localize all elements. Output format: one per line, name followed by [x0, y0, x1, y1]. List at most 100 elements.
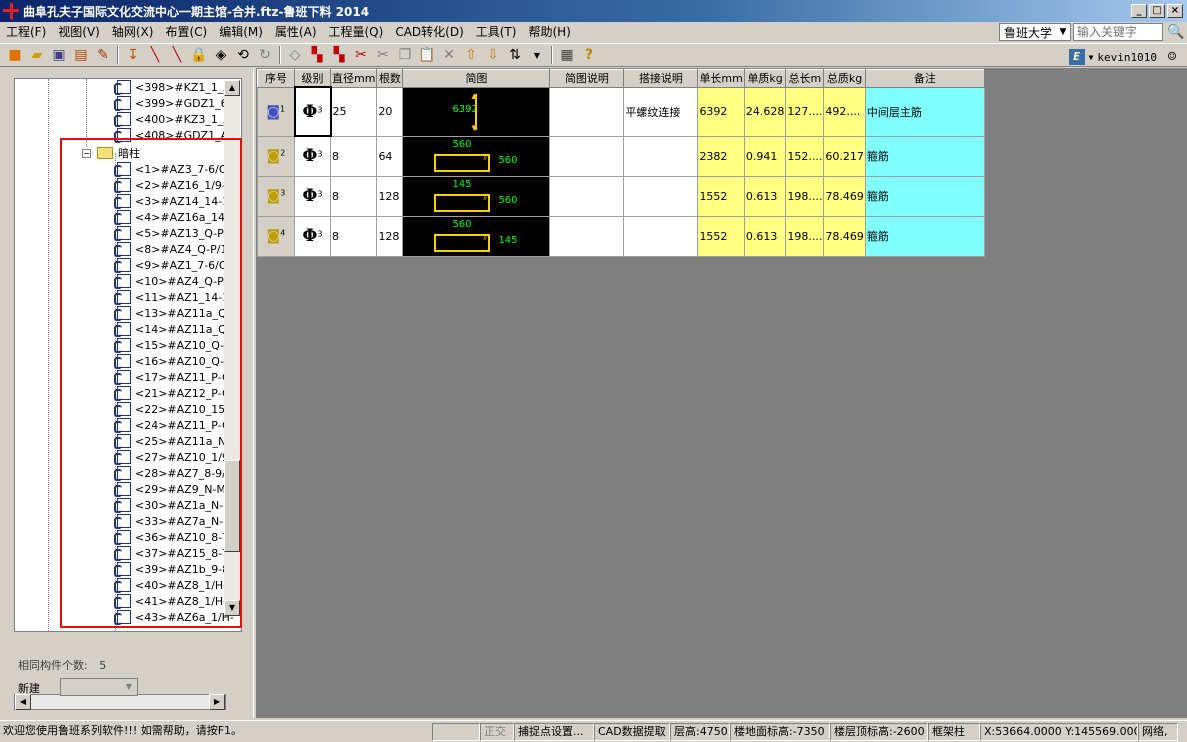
sketch-desc-cell[interactable] [549, 86, 625, 137]
diameter-cell[interactable]: 8 [329, 215, 378, 257]
total-mass-cell[interactable]: 492.... [823, 86, 866, 137]
tree-item[interactable]: <400>#KZ3_1_A/ [114, 111, 235, 127]
open-folder-icon[interactable]: ▰ [26, 44, 48, 66]
table-row[interactable]: ◙2 Φ3 8 64 560 ⫽ 560 2382 0.941 152.... 60.217 箍筋 [257, 135, 985, 177]
menu-layout[interactable]: 布置(C) [159, 22, 213, 42]
edit-icon[interactable]: ✎ [92, 44, 114, 66]
col-count-header[interactable]: 根数 [376, 69, 404, 88]
tree-item[interactable]: <399>#GDZ1_6-5 [114, 95, 239, 111]
total-mass-cell[interactable]: 78.469 [823, 215, 866, 257]
scissors-cross-icon[interactable]: ✂ [350, 44, 372, 66]
move-down-icon[interactable]: ⇩ [482, 44, 504, 66]
cut-icon[interactable]: ✂ [372, 44, 394, 66]
status-grid-toggle[interactable]: 网络, [1138, 722, 1178, 741]
tag-icon[interactable]: ◈ [210, 44, 232, 66]
search-input[interactable] [1073, 23, 1163, 41]
layer-icon[interactable]: ▚ [306, 44, 328, 66]
scroll-left-button[interactable]: ◀ [15, 694, 31, 710]
col-unit-mass-header[interactable]: 单质kg [743, 69, 787, 88]
layer-copy-icon[interactable]: ▚ [328, 44, 350, 66]
menu-tools[interactable]: 工具(T) [470, 22, 523, 42]
menu-cad[interactable]: CAD转化(D) [389, 22, 469, 42]
move-up-icon[interactable]: ⇧ [460, 44, 482, 66]
count-cell[interactable]: 20 [376, 86, 404, 137]
close-button[interactable]: × [1167, 4, 1183, 18]
note-cell[interactable]: 箍筋 [864, 175, 985, 217]
lock-icon[interactable]: 🔒 [188, 44, 210, 66]
unit-mass-cell[interactable]: 0.613 [743, 215, 787, 257]
scroll-up-button[interactable]: ▲ [224, 80, 240, 96]
row-header[interactable]: ◙1 [257, 86, 295, 137]
note-cell[interactable]: 中间层主筋 [864, 86, 985, 137]
calculator-icon[interactable]: ▦ [556, 44, 578, 66]
ruler-icon[interactable]: ↧ [122, 44, 144, 66]
refresh-icon[interactable]: ↻ [254, 44, 276, 66]
unit-length-cell[interactable]: 2382 [697, 135, 745, 177]
menu-project[interactable]: 工程(F) [0, 22, 52, 42]
unit-mass-cell[interactable]: 24.628 [743, 86, 787, 137]
search-icon[interactable]: 🔍 [1165, 21, 1187, 43]
sort-icon[interactable]: ⇅ [504, 44, 526, 66]
grade-cell[interactable]: Φ3 [294, 175, 331, 217]
count-cell[interactable]: 64 [376, 135, 404, 177]
menu-view[interactable]: 视图(V) [52, 22, 106, 42]
total-length-cell[interactable]: 152.... [785, 135, 825, 177]
col-note-header[interactable]: 备注 [864, 69, 985, 88]
sketch-cell[interactable]: 6392 ▲ ▼ [402, 86, 551, 137]
sketch-cell[interactable]: 560 ⫽ 145 [402, 215, 551, 257]
menu-attribute[interactable]: 属性(A) [269, 22, 323, 42]
grade-cell[interactable]: Φ3 [294, 135, 331, 177]
col-unit-length-header[interactable]: 单长mm [697, 69, 745, 88]
delete-icon[interactable]: ✕ [438, 44, 460, 66]
tree-horizontal-scrollbar[interactable]: ◀ ▶ [14, 694, 226, 710]
eraser-icon[interactable]: ◇ [284, 44, 306, 66]
diameter-cell[interactable]: 25 [329, 86, 378, 137]
save-icon[interactable]: ▣ [48, 44, 70, 66]
count-cell[interactable]: 128 [376, 215, 404, 257]
lap-cell[interactable] [623, 135, 699, 177]
col-no-header[interactable]: 序号 [257, 69, 295, 88]
menu-help[interactable]: 帮助(H) [522, 22, 576, 42]
row-header[interactable]: ◙3 [257, 175, 295, 217]
menu-axis[interactable]: 轴网(X) [106, 22, 160, 42]
snap-settings-button[interactable]: 捕捉点设置... [514, 722, 594, 741]
sketch-desc-cell[interactable] [549, 175, 625, 217]
table-row[interactable]: ◙3 Φ3 8 128 145 ⫽ 560 1552 0.613 198.... 78.469 箍筋 [257, 175, 985, 217]
table-row[interactable]: ◙4 Φ3 8 128 560 ⫽ 145 1552 0.613 198.... 78.469 箍筋 [257, 215, 985, 257]
tree-item[interactable]: <398>#KZ1_1_A/ [114, 79, 235, 95]
sort-dropdown-icon[interactable]: ▼ [526, 44, 548, 66]
row-header[interactable]: ◙4 [257, 215, 295, 257]
diagonal-icon[interactable]: ╲ [166, 44, 188, 66]
total-mass-cell[interactable]: 78.469 [823, 175, 866, 217]
row-header[interactable]: ◙2 [257, 135, 295, 177]
maximize-button[interactable]: □ [1149, 4, 1165, 18]
col-lap-header[interactable]: 搭接说明 [623, 69, 699, 88]
unit-length-cell[interactable]: 1552 [697, 175, 745, 217]
paste-icon[interactable]: 📋 [416, 44, 438, 66]
new-component-select[interactable]: ▼ [60, 678, 138, 696]
lap-cell[interactable] [623, 215, 699, 257]
count-cell[interactable]: 128 [376, 175, 404, 217]
transform-icon[interactable]: ⟲ [232, 44, 254, 66]
grade-cell[interactable]: Φ3 [294, 215, 331, 257]
diameter-cell[interactable]: 8 [329, 135, 378, 177]
total-mass-cell[interactable]: 60.217 [823, 135, 866, 177]
cad-extract-button[interactable]: CAD数据提取 [594, 722, 670, 741]
copy-icon[interactable]: ❐ [394, 44, 416, 66]
account-icon[interactable]: E [1068, 49, 1085, 65]
total-length-cell[interactable]: 198.... [785, 175, 825, 217]
minimize-button[interactable]: _ [1131, 4, 1147, 18]
unit-mass-cell[interactable]: 0.941 [743, 135, 787, 177]
grade-cell[interactable]: Φ3 [293, 86, 332, 137]
scroll-right-button[interactable]: ▶ [209, 694, 225, 710]
menu-edit[interactable]: 编辑(M) [213, 22, 269, 42]
col-sketch-desc-header[interactable]: 简图说明 [549, 69, 625, 88]
ortho-toggle[interactable]: 正交 [480, 722, 514, 741]
col-grade-header[interactable]: 级别 [294, 69, 331, 88]
total-length-cell[interactable]: 198.... [785, 215, 825, 257]
table-row[interactable]: ◙1 Φ3 25 20 6392 ▲ ▼ 平螺纹连接 6392 24.628 127.... 492.… [257, 86, 985, 137]
menu-quantity[interactable]: 工程量(Q) [323, 22, 390, 42]
unit-length-cell[interactable]: 6392 [697, 86, 745, 137]
unit-length-cell[interactable]: 1552 [697, 215, 745, 257]
lap-cell[interactable] [623, 175, 699, 217]
